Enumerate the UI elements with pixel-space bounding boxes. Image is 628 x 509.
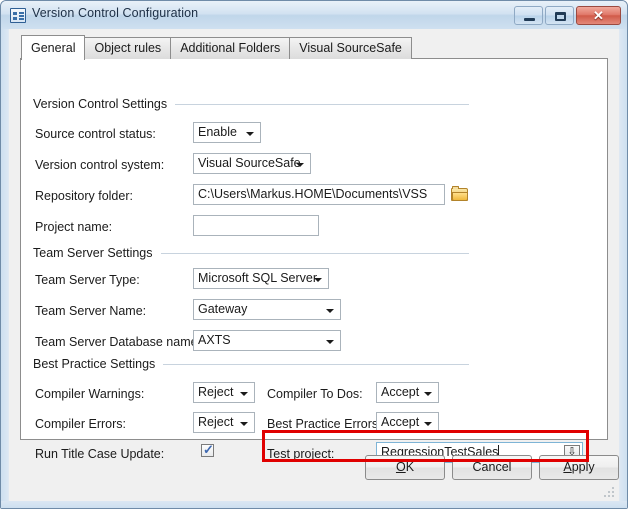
compiler-warnings-combo[interactable]: Reject <box>193 382 255 403</box>
label-project-name: Project name: <box>35 220 113 234</box>
group-rule <box>175 103 469 105</box>
ok-button[interactable]: OK <box>365 455 445 480</box>
label-compiler-to-dos: Compiler To Dos: <box>267 387 363 401</box>
close-icon: ✕ <box>593 8 604 23</box>
source-control-status-combo[interactable]: Enable <box>193 122 261 143</box>
chevron-down-icon <box>314 278 322 282</box>
label-compiler-errors: Compiler Errors: <box>35 417 126 431</box>
project-name-input[interactable] <box>193 215 319 236</box>
tab-general[interactable]: General <box>21 35 86 60</box>
run-title-case-update-checkbox[interactable]: ✓ <box>201 442 214 457</box>
group-best-practice-settings: Best Practice Settings <box>33 357 469 371</box>
label-version-control-system: Version control system: <box>35 158 165 172</box>
team-server-type-combo[interactable]: Microsoft SQL Server <box>193 268 329 289</box>
repository-folder-input[interactable]: C:\Users\Markus.HOME\Documents\VSS <box>193 184 445 205</box>
label-run-title-case-update: Run Title Case Update: <box>35 447 165 461</box>
title-bar[interactable]: Version Control Configuration ✕ <box>1 1 627 29</box>
version-control-configuration-window: Version Control Configuration ✕ General … <box>0 0 628 509</box>
label-test-project: Test project: <box>267 447 335 461</box>
label-team-server-database-name: Team Server Database name: <box>35 335 202 349</box>
team-server-name-combo[interactable]: Gateway <box>193 299 341 320</box>
chevron-down-icon <box>326 340 334 344</box>
ok-accel: O <box>395 460 406 474</box>
apply-accel: A <box>563 460 572 474</box>
check-icon: ✓ <box>203 442 214 457</box>
label-compiler-warnings: Compiler Warnings: <box>35 387 145 401</box>
folder-icon[interactable] <box>451 186 470 202</box>
label-team-server-name: Team Server Name: <box>35 304 147 318</box>
chevron-down-icon <box>296 163 304 167</box>
team-server-name-value: Gateway <box>198 302 248 316</box>
compiler-to-dos-value: Accept <box>381 385 420 399</box>
resize-grip[interactable] <box>603 486 615 498</box>
apply-button[interactable]: Apply <box>539 455 619 480</box>
window-border-left <box>1 29 8 508</box>
group-label-best-practice-settings: Best Practice Settings <box>33 357 156 371</box>
chevron-down-icon <box>240 422 248 426</box>
compiler-warnings-value: Reject <box>198 385 234 399</box>
chevron-down-icon <box>240 392 248 396</box>
team-server-database-name-combo[interactable]: AXTS <box>193 330 341 351</box>
window-border-bottom <box>1 501 627 508</box>
version-control-system-value: Visual SourceSafe <box>198 156 301 170</box>
group-version-control-settings: Version Control Settings <box>33 97 469 111</box>
compiler-to-dos-combo[interactable]: Accept <box>376 382 439 403</box>
chevron-down-icon <box>424 392 432 396</box>
chevron-down-icon <box>246 132 254 136</box>
chevron-down-icon <box>326 309 334 313</box>
chevron-down-icon <box>424 422 432 426</box>
group-team-server-settings: Team Server Settings <box>33 246 469 260</box>
dialog-client-area: General Object rules Additional Folders … <box>8 29 620 501</box>
best-practice-errors-value: Accept <box>381 415 420 429</box>
label-repository-folder: Repository folder: <box>35 189 133 203</box>
tab-object-rules[interactable]: Object rules <box>84 37 172 59</box>
label-source-control-status: Source control status: <box>35 127 156 141</box>
group-label-version-control-settings: Version Control Settings <box>33 97 168 111</box>
apply-rest: pply <box>571 460 595 474</box>
source-control-status-value: Enable <box>198 125 237 139</box>
best-practice-errors-combo[interactable]: Accept <box>376 412 439 433</box>
team-server-database-name-value: AXTS <box>198 333 231 347</box>
team-server-type-value: Microsoft SQL Server <box>198 271 318 285</box>
maximize-button[interactable] <box>545 6 574 25</box>
minimize-icon <box>524 18 535 21</box>
close-button[interactable]: ✕ <box>576 6 621 25</box>
minimize-button[interactable] <box>514 6 543 25</box>
window-title: Version Control Configuration <box>32 6 199 20</box>
repository-folder-value: C:\Users\Markus.HOME\Documents\VSS <box>198 187 428 201</box>
group-label-team-server-settings: Team Server Settings <box>33 246 153 260</box>
cancel-button[interactable]: Cancel <box>452 455 532 480</box>
ok-rest: K <box>405 460 415 474</box>
tab-strip: General Object rules Additional Folders … <box>21 35 412 60</box>
tab-additional-folders[interactable]: Additional Folders <box>170 37 291 59</box>
window-border-right <box>620 29 627 508</box>
label-best-practice-errors: Best Practice Errors: <box>267 417 382 431</box>
compiler-errors-combo[interactable]: Reject <box>193 412 255 433</box>
compiler-errors-value: Reject <box>198 415 234 429</box>
tab-visual-sourcesafe[interactable]: Visual SourceSafe <box>289 37 412 59</box>
group-rule <box>160 252 469 254</box>
form-properties-icon <box>10 8 26 23</box>
window-controls: ✕ <box>514 6 621 25</box>
maximize-icon <box>555 12 566 21</box>
label-team-server-type: Team Server Type: <box>35 273 140 287</box>
group-rule <box>163 363 469 365</box>
version-control-system-combo[interactable]: Visual SourceSafe <box>193 153 311 174</box>
general-tab-panel: Version Control Settings Source control … <box>20 58 608 463</box>
